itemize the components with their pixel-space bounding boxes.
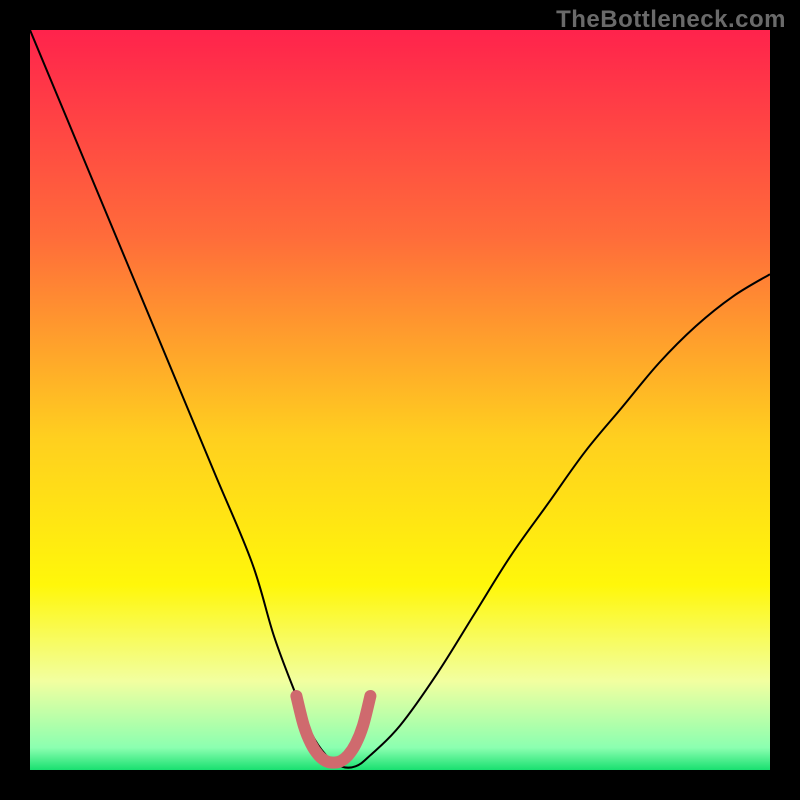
- chart-frame: TheBottleneck.com: [0, 0, 800, 800]
- watermark-text: TheBottleneck.com: [556, 6, 786, 34]
- bottleneck-chart: [30, 30, 770, 770]
- plot-area: [30, 30, 770, 770]
- gradient-background: [30, 30, 770, 770]
